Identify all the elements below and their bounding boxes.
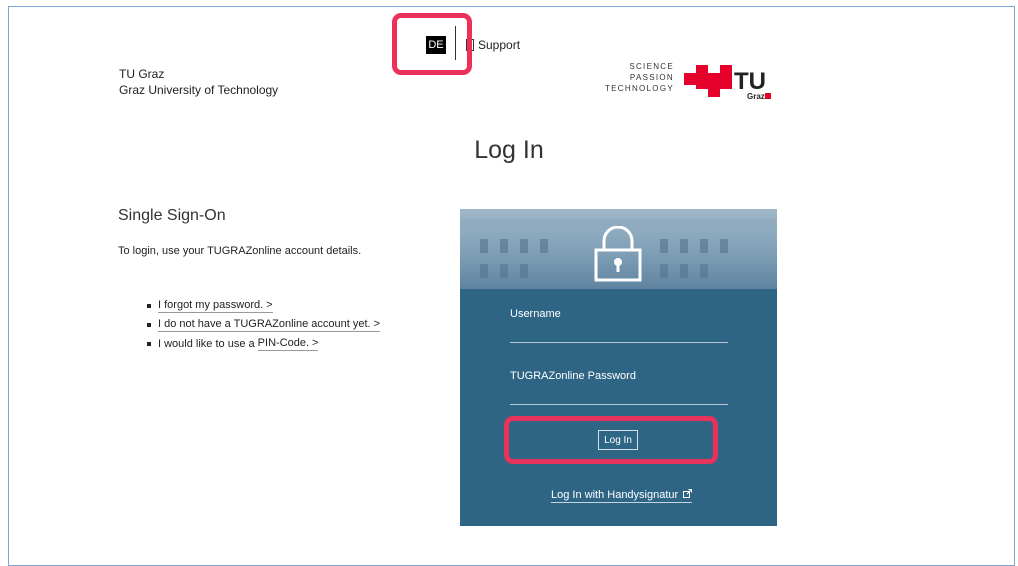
highlight-box	[504, 416, 718, 464]
padlock-icon	[594, 226, 642, 282]
list-item: I forgot my password. >	[147, 296, 380, 315]
password-field[interactable]	[510, 404, 728, 405]
support-link[interactable]: Support	[466, 38, 520, 52]
sso-description: To login, use your TUGRAZonline account …	[118, 245, 362, 257]
tagline-line: SCIENCE	[629, 62, 674, 71]
chevron-right-icon: >	[312, 336, 319, 349]
pin-code-prefix: I would like to use a	[158, 337, 258, 350]
bullet	[147, 303, 151, 308]
tagline: SCIENCE PASSION TECHNOLOGY	[600, 61, 674, 94]
password-label: TUGRAZonline Password	[510, 370, 636, 382]
page-title: Log In	[474, 136, 544, 164]
help-links-list: I forgot my password. > I do not have a T…	[147, 296, 381, 353]
tu-graz-logo[interactable]: TU Graz	[684, 65, 780, 101]
no-account-link[interactable]: I do not have a TUGRAZonline account yet…	[158, 317, 381, 332]
username-label: Username	[510, 308, 561, 320]
link-text: I do not have a TUGRAZonline account yet…	[158, 317, 371, 330]
link-text: PIN-Code.	[257, 336, 310, 349]
username-field[interactable]	[510, 342, 728, 343]
list-item: I would like to use a PIN-Code. >	[147, 334, 380, 353]
login-panel: Username TUGRAZonline Password Log In Lo…	[460, 209, 777, 526]
org-name-block: TU Graz Graz University of Technology	[119, 66, 278, 98]
handysignatur-link[interactable]: Log In with Handysignatur	[551, 489, 693, 503]
logo-subtext: Graz	[747, 92, 765, 101]
logo-text: TU	[734, 68, 766, 95]
list-item: I do not have a TUGRAZonline account yet…	[147, 315, 381, 334]
pin-code-link[interactable]: PIN-Code. >	[257, 336, 319, 351]
bullet	[147, 341, 151, 346]
tagline-line: TECHNOLOGY	[604, 84, 674, 93]
chevron-right-icon: >	[266, 298, 273, 311]
tagline-line: PASSION	[629, 73, 674, 82]
link-text: I forgot my password.	[158, 298, 264, 311]
external-link-icon	[683, 489, 693, 498]
highlight-box	[392, 13, 472, 75]
sso-heading: Single Sign-On	[118, 207, 226, 224]
org-short-name: TU Graz	[119, 67, 165, 81]
support-label: Support	[478, 38, 521, 52]
org-full-name: Graz University of Technology	[119, 83, 279, 97]
chevron-right-icon: >	[373, 317, 381, 330]
handysignatur-label: Log In with Handysignatur	[551, 489, 679, 501]
bullet	[147, 322, 151, 327]
forgot-password-link[interactable]: I forgot my password. >	[158, 299, 273, 313]
